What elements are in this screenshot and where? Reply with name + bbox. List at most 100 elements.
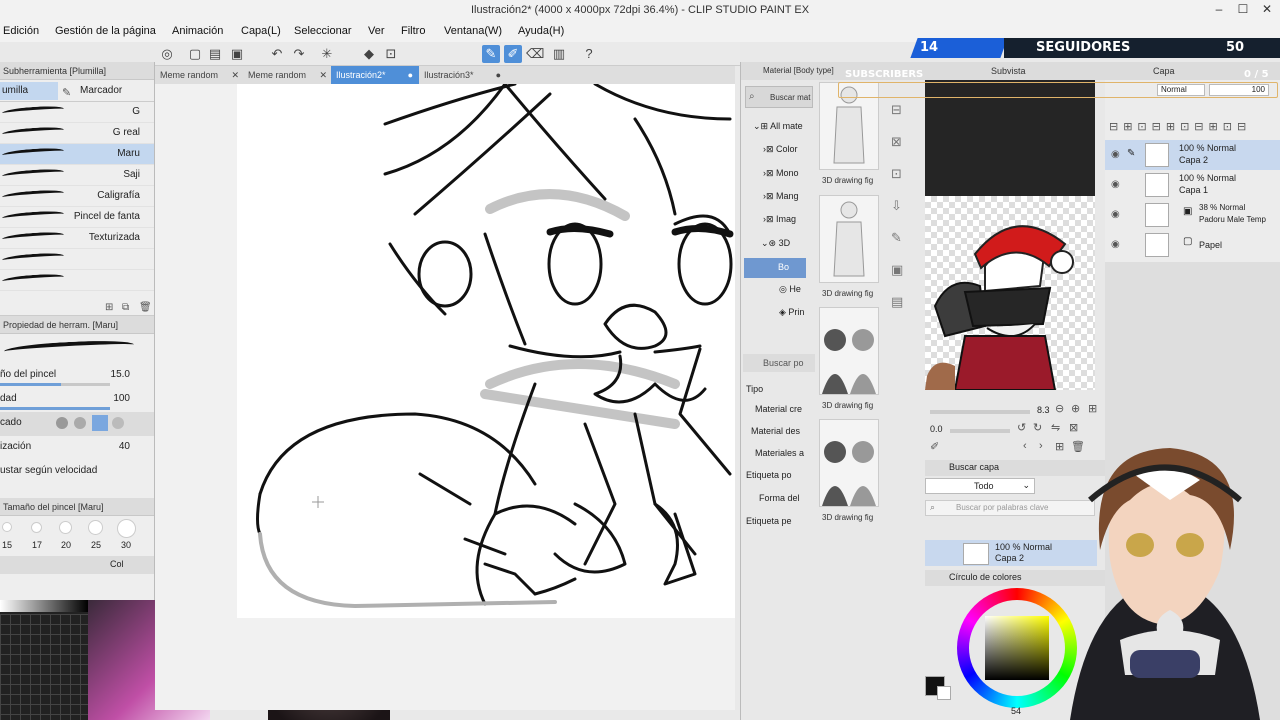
menu-ver[interactable]: Ver (368, 25, 385, 37)
tree-color[interactable]: ›⊠ Color (763, 144, 798, 155)
material-download-icon[interactable]: ⇩ (891, 198, 902, 214)
tab-marcador[interactable]: Marcador (80, 85, 122, 96)
fill-icon[interactable]: ◆ (360, 45, 378, 63)
material-info-icon[interactable]: ▤ (891, 294, 903, 310)
tree-head[interactable]: ◎ He (779, 284, 801, 295)
app-icon[interactable]: ◎ (158, 45, 176, 63)
rotate-slider[interactable] (950, 429, 1010, 433)
marker-tab-icon[interactable]: ✎ (62, 86, 71, 99)
brush-item-caligrafia[interactable]: Caligrafía (0, 186, 154, 207)
layer-capa-1[interactable]: ◉ 100 % Normal Capa 1 (1105, 170, 1280, 200)
material-grid-icon[interactable]: ⊟ (891, 102, 902, 118)
material-edit-icon[interactable]: ✎ (891, 230, 902, 246)
material-image-icon[interactable]: ▣ (891, 262, 903, 278)
brush-item-g-real[interactable]: G real (0, 123, 154, 144)
color-set-grid[interactable] (0, 600, 88, 720)
transform-icon[interactable]: ⊡ (382, 45, 400, 63)
filter-etiqueta-personal[interactable]: Etiqueta pe (746, 516, 792, 526)
redo-icon[interactable]: ↷ (290, 45, 308, 63)
menu-ayuda[interactable]: Ayuda(H) (518, 25, 564, 37)
tree-image[interactable]: ›⊠ Imag (763, 214, 796, 225)
tree-3d[interactable]: ⌄⊛ 3D (761, 238, 790, 249)
minimize-button[interactable]: – (1208, 2, 1230, 20)
material-close-icon[interactable]: ⊠ (891, 134, 902, 150)
filter-material-descargado[interactable]: Material des (751, 426, 800, 436)
reset-view-icon[interactable]: ⊠ (1069, 421, 1078, 434)
filter-materiales-anadidos[interactable]: Materiales a (755, 448, 804, 458)
material-thumb-3[interactable]: 3D drawing fig (819, 307, 879, 410)
save-icon[interactable]: ▣ (228, 45, 246, 63)
rotate-right-icon[interactable]: ↻ (1033, 421, 1042, 434)
zoom-out-icon[interactable]: ⊖ (1055, 402, 1064, 415)
drawing-canvas[interactable] (155, 84, 735, 710)
layer-padoru-template[interactable]: ◉ ▣ 38 % Normal Padoru Male Temp (1105, 200, 1280, 230)
zoom-slider[interactable] (930, 410, 1030, 414)
color-wheel-tab[interactable]: Círculo de colores (949, 572, 1022, 582)
zoom-in-icon[interactable]: ⊕ (1071, 402, 1080, 415)
copy-subtool-icon[interactable]: ⧉ (122, 302, 129, 313)
fit-view-icon[interactable]: ⊞ (1088, 402, 1097, 415)
eye-icon[interactable]: ◉ (1111, 149, 1120, 160)
new-file-icon[interactable]: ▢ (186, 45, 204, 63)
brush-item-texturizada[interactable]: Texturizada (0, 228, 154, 249)
help-icon[interactable]: ? (580, 45, 598, 63)
doc-tab-ilustracion2[interactable]: Ilustración2* ● (331, 66, 419, 84)
ruler-icon[interactable]: ▥ (550, 45, 568, 63)
sub-color-swatch[interactable] (937, 686, 951, 700)
gray-gradient[interactable] (0, 600, 88, 612)
brush-tool-icon[interactable]: ✐ (504, 45, 522, 63)
brush-item-pincel-fantasia[interactable]: Pincel de fanta (0, 207, 154, 228)
saturation-box[interactable] (985, 616, 1049, 680)
search-scope-select[interactable]: Todo ⌄ (925, 478, 1035, 494)
prop-anti-aliasing[interactable]: cado (0, 412, 154, 436)
tree-body-type[interactable]: Bo (744, 258, 806, 278)
menu-edicion[interactable]: Edición (3, 25, 39, 37)
aa-option-4[interactable] (112, 417, 124, 429)
filter-etiqueta-popular[interactable]: Etiqueta po (746, 470, 792, 480)
eye-icon[interactable]: ◉ (1111, 239, 1120, 250)
brush-item-maru[interactable]: Maru (0, 144, 154, 165)
filter-material-creado[interactable]: Material cre (755, 404, 802, 414)
menu-filtro[interactable]: Filtro (401, 25, 425, 37)
material-thumb-4[interactable]: 3D drawing fig (819, 419, 879, 522)
doc-tab-meme-random-2[interactable]: Meme random ✕ (243, 66, 331, 84)
navigator-preview[interactable] (925, 196, 1095, 391)
eraser-icon[interactable]: ⌫ (526, 45, 544, 63)
size-preset-17[interactable] (31, 522, 42, 533)
layer-toolbar[interactable]: ⊟⊞⊡⊟⊞⊡⊟⊞⊡⊟ (1109, 120, 1280, 136)
eyedropper-icon[interactable]: ✐ (930, 440, 939, 453)
material-thumb-2[interactable]: 3D drawing fig (819, 195, 879, 298)
menu-gestion-pagina[interactable]: Gestión de la página (55, 25, 156, 37)
maximize-button[interactable]: ☐ (1232, 2, 1254, 20)
menu-seleccionar[interactable]: Seleccionar (294, 25, 351, 37)
doc-tab-meme-random-1[interactable]: Meme random ✕ (155, 66, 243, 84)
filter-forma-del[interactable]: Forma del (759, 493, 800, 503)
close-button[interactable]: ✕ (1256, 2, 1278, 20)
size-preset-20[interactable] (59, 521, 72, 534)
prev-image-icon[interactable]: ‹ (1023, 440, 1027, 452)
menu-animacion[interactable]: Animación (172, 25, 223, 37)
subview-tab[interactable]: Subvista (925, 62, 1105, 80)
color-tab[interactable]: Col (110, 559, 124, 569)
material-paste-icon[interactable]: ⊡ (891, 166, 902, 182)
eye-icon[interactable]: ◉ (1111, 209, 1120, 220)
prop-speed-adjust[interactable]: ustar según velocidad (0, 460, 154, 484)
open-folder-icon[interactable]: ▤ (206, 45, 224, 63)
size-preset-15[interactable] (2, 522, 12, 532)
tab-plumilla[interactable]: umilla (0, 82, 58, 100)
material-search-button[interactable]: ⌕ Buscar mat (745, 86, 813, 108)
brush-item-extra-2[interactable] (0, 270, 154, 291)
flip-horizontal-icon[interactable]: ⇋ (1051, 421, 1060, 434)
prop-stabilization[interactable]: ización 40 (0, 436, 154, 460)
menu-ventana[interactable]: Ventana(W) (444, 25, 502, 37)
aa-option-3[interactable] (92, 415, 108, 431)
eye-icon[interactable]: ◉ (1111, 179, 1120, 190)
brush-item-extra-1[interactable] (0, 249, 154, 270)
doc-tab-ilustracion3[interactable]: Ilustración3* ● (419, 66, 507, 84)
brush-item-saji[interactable]: Saji (0, 165, 154, 186)
tree-manga[interactable]: ›⊠ Mang (763, 191, 799, 202)
next-image-icon[interactable]: › (1039, 440, 1043, 452)
rotate-left-icon[interactable]: ↺ (1017, 421, 1026, 434)
tree-all-materials[interactable]: ⌄⊞ All mate (753, 121, 803, 132)
material-search-field[interactable]: Buscar po (743, 354, 815, 372)
